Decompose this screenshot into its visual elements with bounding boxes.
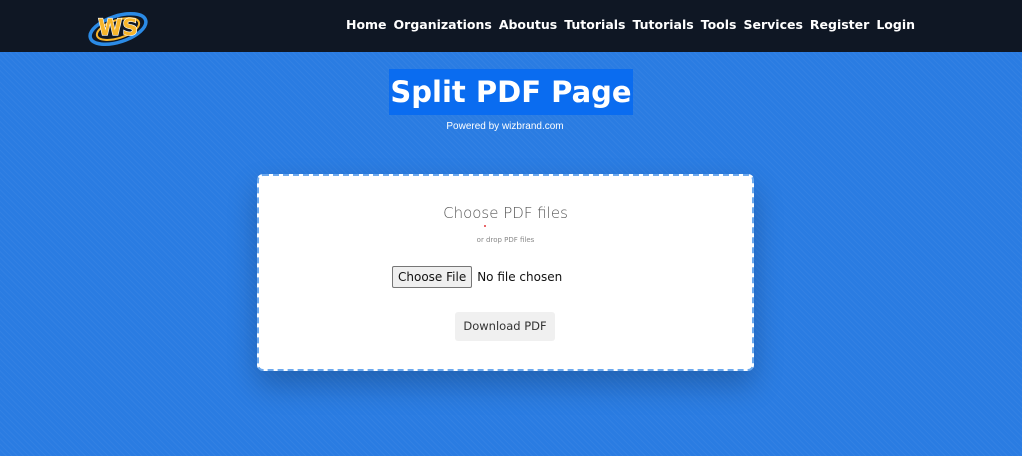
nav-login[interactable]: Login: [876, 17, 915, 32]
nav-services[interactable]: Services: [744, 17, 803, 32]
nav-tutorials-2[interactable]: Tutorials: [632, 17, 693, 32]
required-dot-icon: [484, 225, 486, 227]
choose-file-button[interactable]: Choose File: [392, 266, 473, 288]
navbar: WS Home Organizations Aboutus Tutorials …: [0, 0, 1022, 52]
download-pdf-button[interactable]: Download PDF: [455, 312, 555, 341]
pdf-drop-zone[interactable]: Choose PDF files or drop PDF files Choos…: [257, 174, 754, 371]
nav-organizations[interactable]: Organizations: [394, 17, 492, 32]
nav-home[interactable]: Home: [346, 17, 387, 32]
choose-pdf-heading: Choose PDF files: [443, 204, 568, 222]
file-input[interactable]: Choose File No file chosen: [392, 265, 562, 289]
powered-by-text: Powered by wizbrand.com: [446, 121, 564, 132]
drop-hint-text: or drop PDF files: [476, 236, 535, 244]
nav-aboutus[interactable]: Aboutus: [499, 17, 557, 32]
page-title: Split PDF Page: [389, 69, 633, 115]
main-nav: Home Organizations Aboutus Tutorials Tut…: [346, 0, 915, 48]
nav-tutorials[interactable]: Tutorials: [564, 17, 625, 32]
wizbrand-logo[interactable]: WS: [86, 3, 150, 49]
hero-title-container: Split PDF Page: [0, 69, 1022, 115]
nav-register[interactable]: Register: [810, 17, 869, 32]
file-status-text: No file chosen: [477, 270, 563, 284]
nav-tools[interactable]: Tools: [701, 17, 737, 32]
logo-lettering: WS: [98, 16, 138, 41]
